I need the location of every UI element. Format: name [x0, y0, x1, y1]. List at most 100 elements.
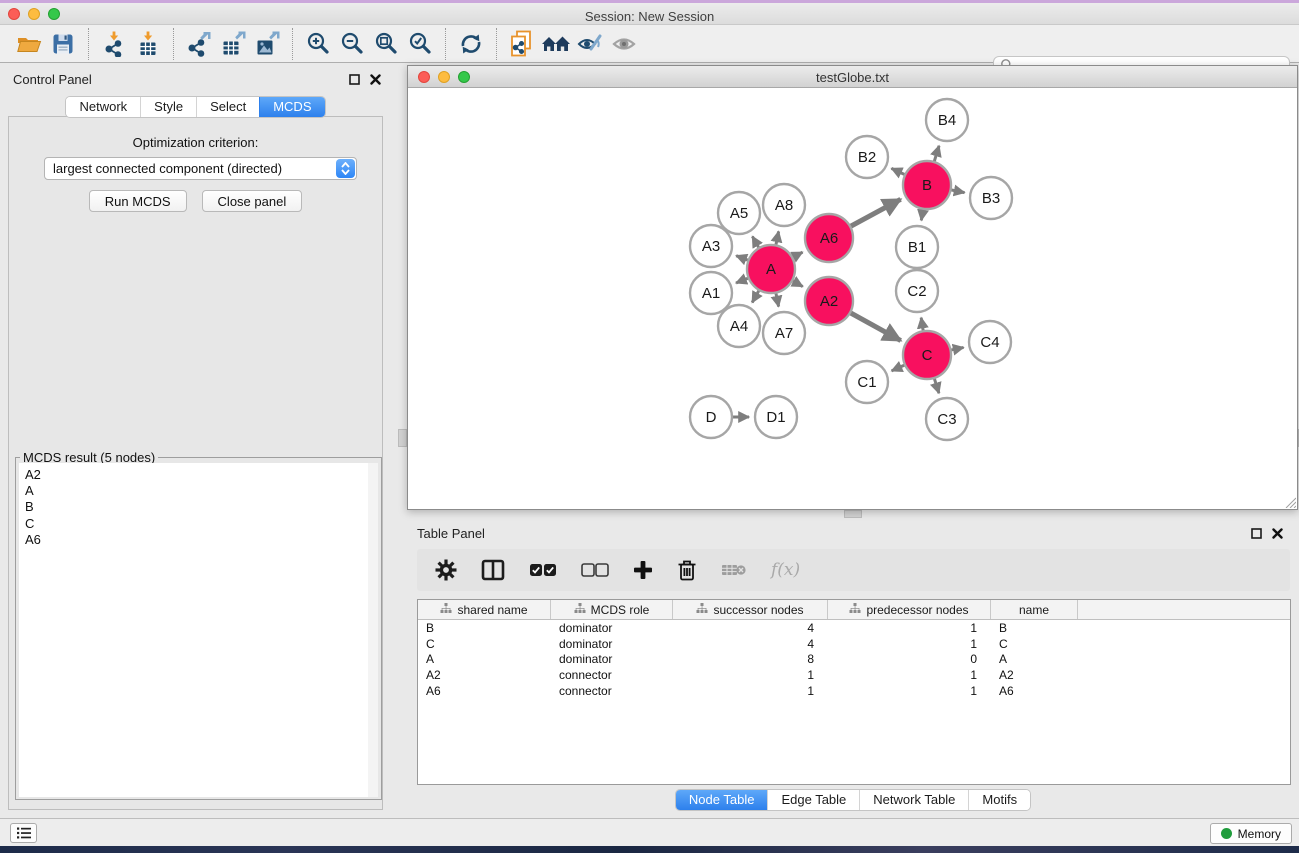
node-A4[interactable]: A4	[718, 305, 760, 347]
node-A3[interactable]: A3	[690, 225, 732, 267]
tab-network-table[interactable]: Network Table	[859, 790, 968, 810]
result-item-c[interactable]: C	[25, 516, 369, 532]
tab-network[interactable]: Network	[66, 97, 140, 117]
horizontal-split-handle[interactable]	[844, 510, 862, 518]
network-canvas[interactable]: B4B2BB3A5A8A6B1A3AA1C2A4A7A2C4CC1C3DD1	[409, 88, 1297, 509]
cell[interactable]: dominator	[551, 637, 673, 651]
hide-selected-icon[interactable]	[573, 28, 607, 60]
cell[interactable]: B	[991, 621, 1078, 635]
node-table[interactable]: shared nameMCDS rolesuccessor nodesprede…	[417, 599, 1291, 785]
node-D[interactable]: D	[690, 396, 732, 438]
task-history-button[interactable]	[10, 823, 37, 843]
cell[interactable]: A6	[418, 684, 551, 698]
import-network-icon[interactable]	[97, 28, 131, 60]
column-visibility-icon[interactable]	[481, 559, 505, 581]
node-B3[interactable]: B3	[970, 177, 1012, 219]
export-image-icon[interactable]	[250, 28, 284, 60]
cell[interactable]: connector	[551, 684, 673, 698]
select-all-icon[interactable]	[529, 563, 557, 577]
result-item-a[interactable]: A	[25, 483, 369, 499]
open-session-icon[interactable]	[12, 28, 46, 60]
node-B[interactable]: B	[903, 161, 951, 209]
cell[interactable]: B	[418, 621, 551, 635]
node-A6[interactable]: A6	[805, 214, 853, 262]
cell[interactable]: 0	[828, 652, 991, 666]
deselect-all-icon[interactable]	[581, 563, 609, 577]
show-all-icon[interactable]	[607, 28, 641, 60]
export-table-icon[interactable]	[216, 28, 250, 60]
node-A1[interactable]: A1	[690, 272, 732, 314]
node-C4[interactable]: C4	[969, 321, 1011, 363]
node-D1[interactable]: D1	[755, 396, 797, 438]
table-row-a6[interactable]: A6connector11A6	[418, 683, 1290, 699]
cell[interactable]: 1	[828, 668, 991, 682]
window-resize-grip[interactable]	[1283, 495, 1296, 508]
node-C[interactable]: C	[903, 331, 951, 379]
zoom-in-icon[interactable]	[301, 28, 335, 60]
node-A7[interactable]: A7	[763, 312, 805, 354]
node-C2[interactable]: C2	[896, 270, 938, 312]
node-B1[interactable]: B1	[896, 226, 938, 268]
mcds-result-list[interactable]: A2ABCA6	[19, 463, 370, 797]
refresh-layout-icon[interactable]	[454, 28, 488, 60]
node-A5[interactable]: A5	[718, 192, 760, 234]
close-panel-icon[interactable]	[370, 72, 381, 90]
table-row-c[interactable]: Cdominator41C	[418, 636, 1290, 652]
export-network-icon[interactable]	[182, 28, 216, 60]
cell[interactable]: dominator	[551, 621, 673, 635]
node-C3[interactable]: C3	[926, 398, 968, 440]
result-item-a2[interactable]: A2	[25, 467, 369, 483]
zoom-fit-icon[interactable]	[369, 28, 403, 60]
cell[interactable]: 1	[673, 668, 828, 682]
column-header-MCDS-role[interactable]: MCDS role	[551, 600, 673, 619]
vertical-split-handle[interactable]	[398, 429, 407, 447]
tab-mcds[interactable]: MCDS	[259, 97, 324, 117]
cell[interactable]: A	[418, 652, 551, 666]
tab-style[interactable]: Style	[140, 97, 196, 117]
tab-select[interactable]: Select	[196, 97, 259, 117]
cell[interactable]: 4	[673, 637, 828, 651]
node-A8[interactable]: A8	[763, 184, 805, 226]
cell[interactable]: 1	[828, 621, 991, 635]
cell[interactable]: C	[418, 637, 551, 651]
float-panel-icon[interactable]	[349, 72, 360, 90]
table-options-icon[interactable]	[435, 559, 457, 581]
add-column-icon[interactable]	[633, 560, 653, 580]
column-header-shared-name[interactable]: shared name	[418, 600, 551, 619]
criterion-dropdown[interactable]: largest connected component (directed)	[44, 157, 357, 180]
float-table-panel-icon[interactable]	[1251, 526, 1262, 544]
cell[interactable]: C	[991, 637, 1078, 651]
tab-motifs[interactable]: Motifs	[968, 790, 1030, 810]
save-session-icon[interactable]	[46, 28, 80, 60]
home-icon[interactable]	[539, 28, 573, 60]
table-row-b[interactable]: Bdominator41B	[418, 620, 1290, 636]
node-B2[interactable]: B2	[846, 136, 888, 178]
result-item-a6[interactable]: A6	[25, 532, 369, 548]
cell[interactable]: A2	[418, 668, 551, 682]
open-network-file-icon[interactable]	[505, 28, 539, 60]
cell[interactable]: A2	[991, 668, 1078, 682]
zoom-out-icon[interactable]	[335, 28, 369, 60]
cell[interactable]: 1	[673, 684, 828, 698]
run-mcds-button[interactable]: Run MCDS	[89, 190, 187, 212]
table-row-a[interactable]: Adominator80A	[418, 651, 1290, 667]
node-A2[interactable]: A2	[805, 277, 853, 325]
memory-button[interactable]: Memory	[1210, 823, 1292, 844]
close-panel-button[interactable]: Close panel	[202, 190, 303, 212]
zoom-selected-icon[interactable]	[403, 28, 437, 60]
cell[interactable]: 1	[828, 637, 991, 651]
node-A[interactable]: A	[747, 245, 795, 293]
result-scrollbar[interactable]	[368, 463, 378, 797]
import-table-icon[interactable]	[131, 28, 165, 60]
column-header-name[interactable]: name	[991, 600, 1078, 619]
tab-edge-table[interactable]: Edge Table	[767, 790, 859, 810]
table-row-a2[interactable]: A2connector11A2	[418, 667, 1290, 683]
delete-column-icon[interactable]	[677, 559, 697, 581]
cell[interactable]: A	[991, 652, 1078, 666]
cell[interactable]: dominator	[551, 652, 673, 666]
cell[interactable]: 4	[673, 621, 828, 635]
tab-node-table[interactable]: Node Table	[676, 790, 768, 810]
column-header-predecessor-nodes[interactable]: predecessor nodes	[828, 600, 991, 619]
cell[interactable]: connector	[551, 668, 673, 682]
node-B4[interactable]: B4	[926, 99, 968, 141]
